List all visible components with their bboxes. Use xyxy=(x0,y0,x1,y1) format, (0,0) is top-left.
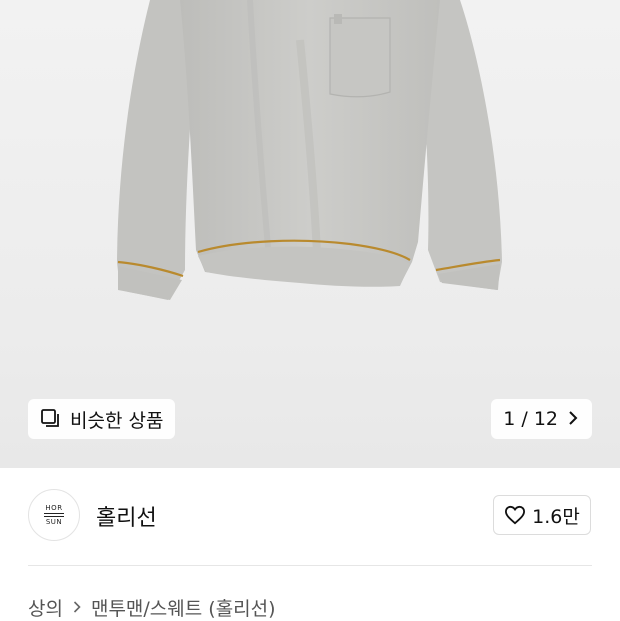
like-button[interactable]: 1.6만 xyxy=(493,495,591,535)
like-count: 1.6만 xyxy=(532,505,580,528)
breadcrumb: 상의 맨투맨/스웨트 (홀리선) xyxy=(28,594,276,621)
brand-logo-top: HOR xyxy=(45,504,63,512)
logo-divider xyxy=(44,513,64,514)
chevron-right-icon xyxy=(568,409,578,430)
brand-logo[interactable]: HOR SUN xyxy=(28,489,80,541)
image-counter[interactable]: 1 / 12 xyxy=(491,399,592,439)
chevron-right-icon xyxy=(73,598,81,618)
brand-logo-bottom: SUN xyxy=(45,518,63,526)
heart-icon xyxy=(505,505,526,525)
logo-divider xyxy=(44,516,64,517)
breadcrumb-subcategory[interactable]: 맨투맨/스웨트 (홀리선) xyxy=(91,594,276,621)
similar-products-label: 비슷한 상품 xyxy=(70,409,164,432)
product-image xyxy=(117,0,502,300)
breadcrumb-category[interactable]: 상의 xyxy=(28,594,63,621)
product-image-area[interactable] xyxy=(0,0,620,468)
similar-icon xyxy=(40,408,62,430)
similar-products-button[interactable]: 비슷한 상품 xyxy=(28,399,176,439)
brand-name[interactable]: 홀리선 xyxy=(96,500,157,532)
image-counter-text: 1 / 12 xyxy=(503,408,558,430)
divider xyxy=(28,565,592,566)
